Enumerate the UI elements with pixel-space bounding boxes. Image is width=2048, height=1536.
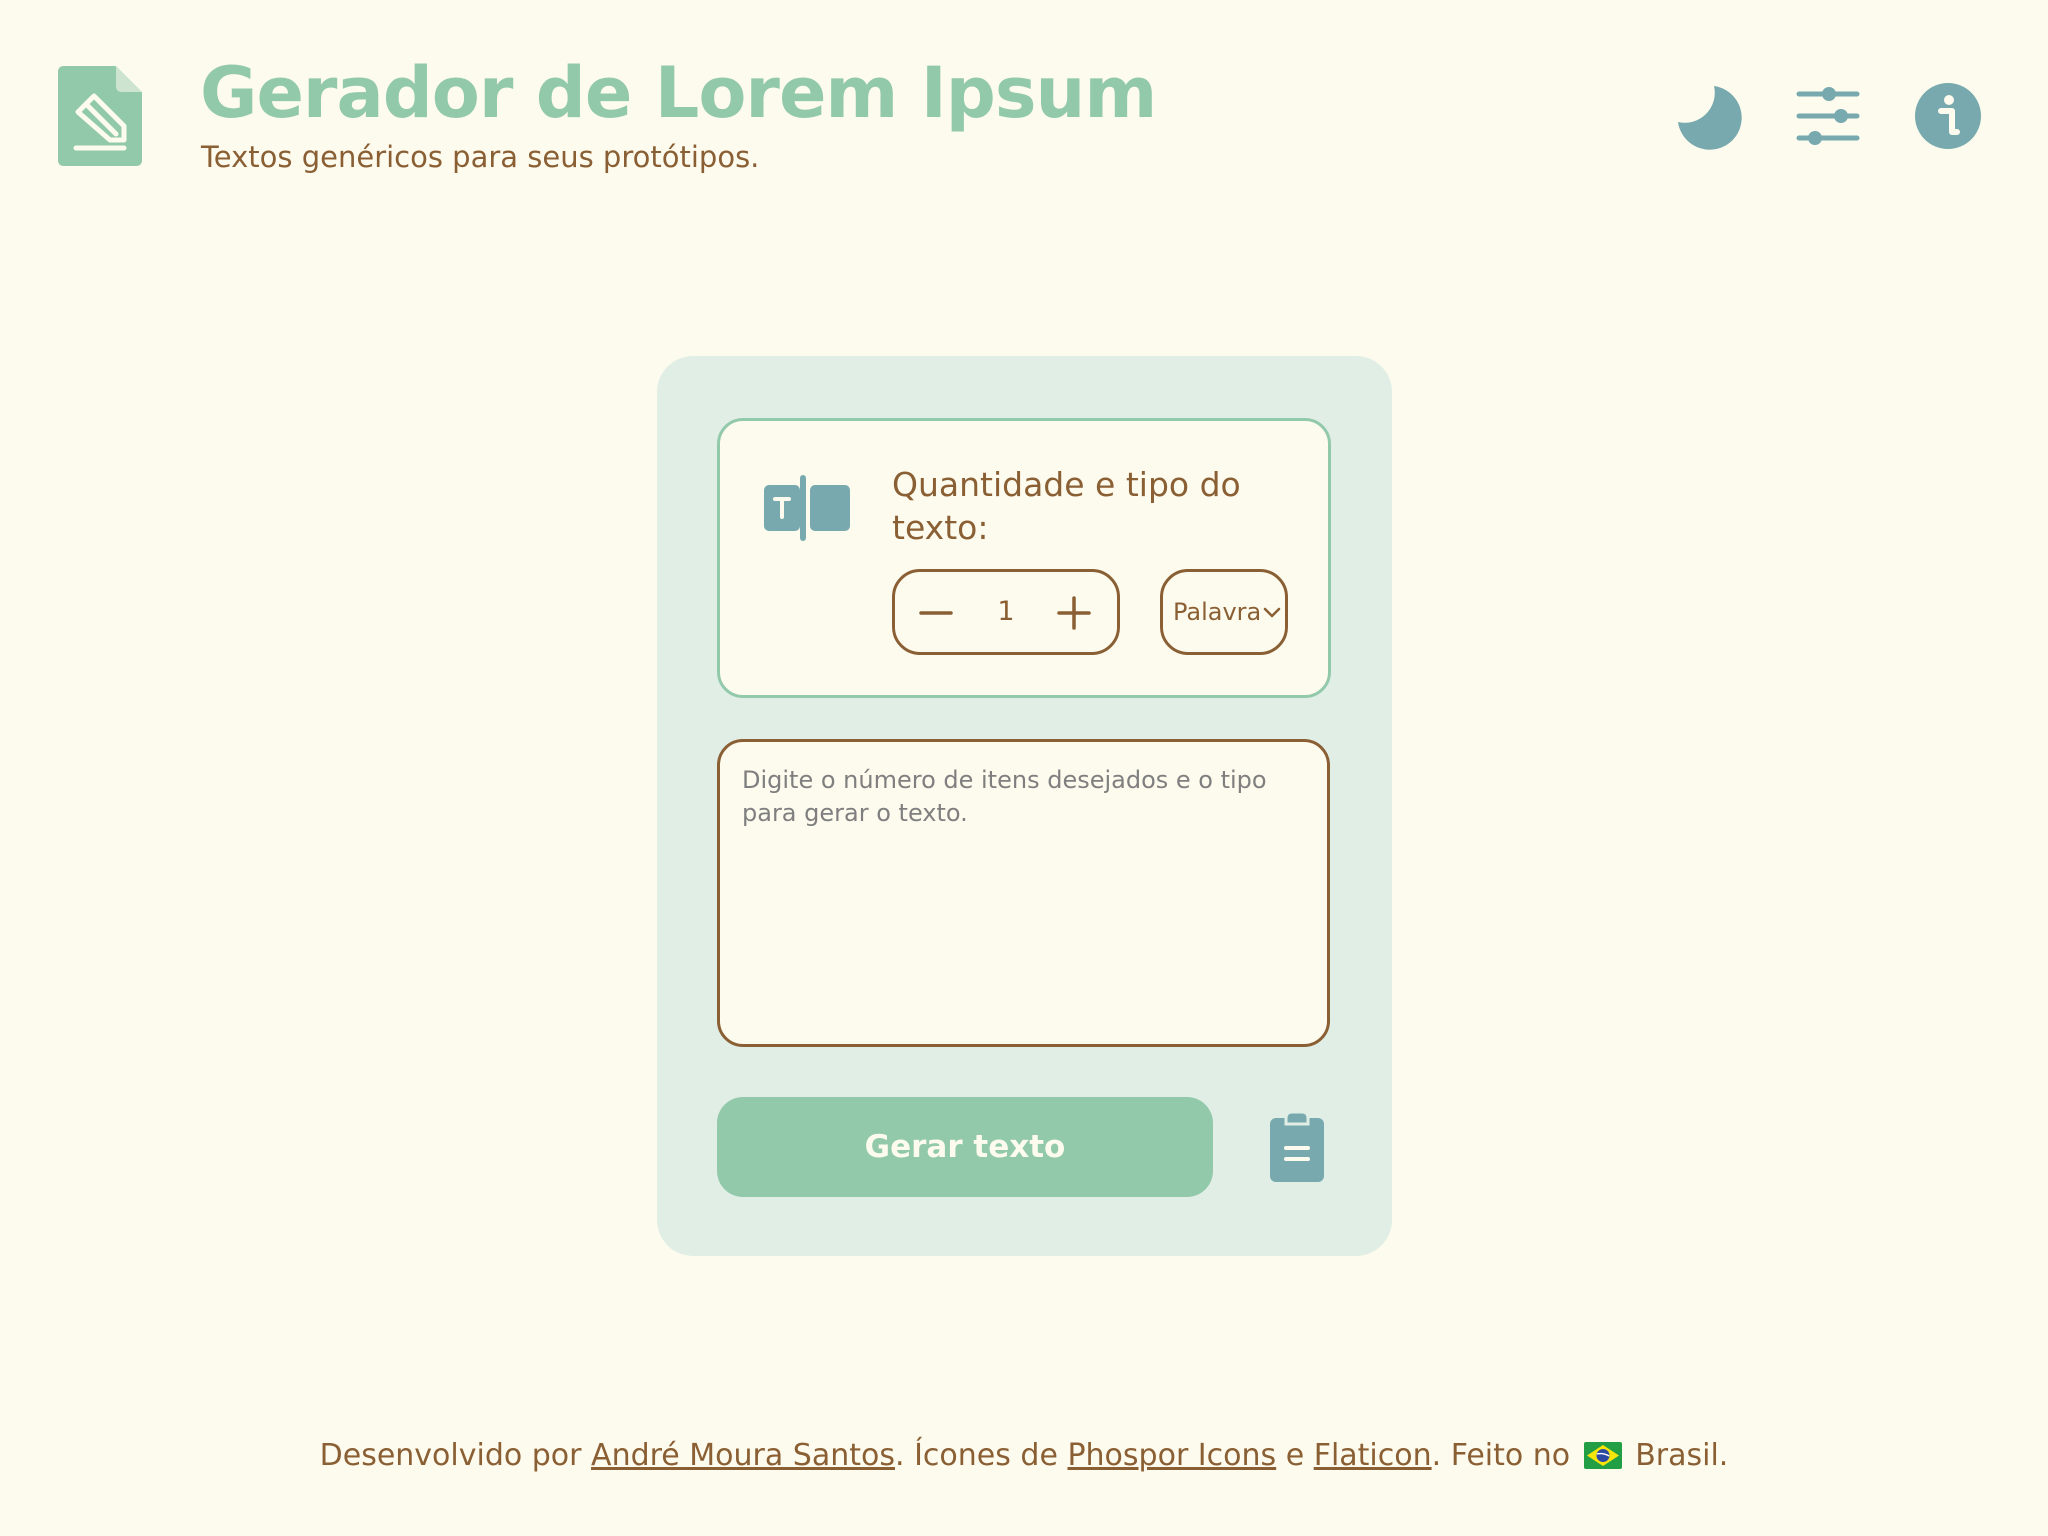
text-type-select[interactable]: Palavra — [1160, 569, 1288, 655]
output-textarea[interactable]: Digite o número de itens desejados e o t… — [717, 739, 1330, 1047]
clipboard-icon[interactable] — [1262, 1112, 1332, 1182]
moon-icon[interactable] — [1674, 82, 1742, 150]
phosphor-icons-link[interactable]: Phospor Icons — [1067, 1438, 1276, 1473]
chevron-down-icon — [1263, 607, 1281, 618]
output-placeholder: Digite o número de itens desejados e o t… — [742, 766, 1267, 827]
plus-icon[interactable] — [1055, 594, 1093, 632]
settings-box: Quantidade e tipo do texto: 1 Palavra — [717, 418, 1331, 698]
page-title: Gerador de Lorem Ipsum — [200, 52, 1157, 134]
generate-text-button[interactable]: Gerar texto — [717, 1097, 1213, 1197]
footer-text-suffix: Brasil. — [1625, 1438, 1729, 1473]
quantity-type-label: Quantidade e tipo do texto: — [892, 465, 1241, 547]
brazil-flag-icon — [1583, 1442, 1622, 1469]
document-pencil-icon — [58, 66, 142, 166]
quantity-stepper[interactable]: 1 — [892, 569, 1120, 655]
author-link[interactable]: André Moura Santos — [591, 1438, 895, 1473]
text-type-selected: Palavra — [1173, 598, 1262, 626]
footer: Desenvolvido por André Moura Santos. Íco… — [0, 1438, 2048, 1473]
header: Gerador de Lorem Ipsum Textos genéricos … — [0, 0, 2048, 200]
minus-icon[interactable] — [917, 594, 955, 632]
page-subtitle: Textos genéricos para seus protótipos. — [201, 140, 760, 174]
footer-text-prefix: Desenvolvido por — [319, 1438, 592, 1473]
info-icon[interactable] — [1914, 82, 1982, 150]
quantity-value[interactable]: 1 — [965, 572, 1047, 652]
sliders-icon[interactable] — [1795, 82, 1863, 150]
footer-text-mid3: . Feito no — [1431, 1438, 1580, 1473]
text-columns-icon — [764, 475, 850, 541]
footer-text-mid2: e — [1276, 1438, 1314, 1473]
footer-text-mid1: . Ícones de — [895, 1438, 1068, 1473]
flaticon-link[interactable]: Flaticon — [1314, 1438, 1432, 1473]
generator-card: Quantidade e tipo do texto: 1 Palavra Di… — [657, 356, 1392, 1256]
